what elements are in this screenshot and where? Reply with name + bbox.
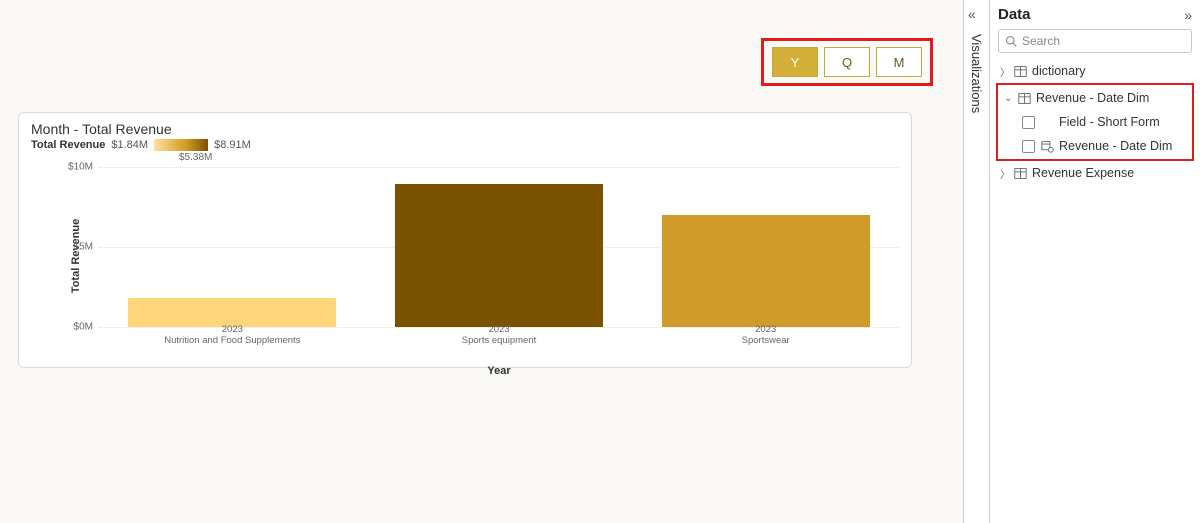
category-label: 2023Nutrition and Food Supplements [99, 323, 366, 347]
category-label: 2023Sports equipment [366, 323, 633, 347]
legend-min-value: $1.84M [111, 139, 148, 151]
y-tick: $10M [68, 162, 93, 173]
bar[interactable] [662, 215, 870, 327]
search-placeholder: Search [1022, 34, 1060, 48]
x-axis-category-labels: 2023Nutrition and Food Supplements2023Sp… [99, 323, 899, 347]
search-icon [1005, 35, 1017, 47]
legend-mid-value: $5.38M [179, 152, 899, 163]
checkbox[interactable] [1022, 116, 1035, 129]
bar-slot [632, 167, 899, 327]
table-dictionary[interactable]: 〉 dictionary [994, 59, 1196, 83]
table-label: Revenue Expense [1032, 166, 1134, 180]
checkbox[interactable] [1022, 140, 1035, 153]
slicer-month-button[interactable]: M [876, 47, 922, 77]
table-icon [1012, 167, 1028, 180]
y-tick: $5M [74, 242, 93, 253]
data-pane-title: Data [998, 6, 1031, 23]
slicer-year-button[interactable]: Y [772, 47, 818, 77]
slicer-highlight: Y Q M [761, 38, 933, 86]
field-label: Field - Short Form [1059, 115, 1160, 129]
legend-max-value: $8.91M [214, 139, 251, 151]
bar-slot [366, 167, 633, 327]
field-label: Revenue - Date Dim [1059, 139, 1172, 153]
y-tick: $0M [74, 322, 93, 333]
chevron-right-icon: 〉 [1000, 64, 1012, 79]
legend-measure-label: Total Revenue [31, 139, 105, 151]
chart-visual[interactable]: Month - Total Revenue Total Revenue $1.8… [18, 112, 912, 368]
period-slicer: Y Q M [772, 47, 922, 77]
field-revenue-date-dim[interactable]: Revenue - Date Dim [998, 134, 1192, 158]
chevron-right-icon: 〉 [1000, 166, 1012, 181]
table-revenue-date-dim[interactable]: ⌄ Revenue - Date Dim [998, 86, 1192, 110]
table-icon [1016, 92, 1032, 105]
chevron-down-icon: ⌄ [1004, 93, 1016, 104]
search-input[interactable]: Search [998, 29, 1192, 53]
table-icon [1012, 65, 1028, 78]
y-axis-ticks: $10M $5M $0M [67, 167, 97, 327]
table-label: Revenue - Date Dim [1036, 91, 1149, 105]
tree-highlight: ⌄ Revenue - Date Dim Field - Short Form … [996, 83, 1194, 161]
chart-bars [99, 167, 899, 327]
field-short-form[interactable]: Field - Short Form [998, 110, 1192, 134]
slicer-quarter-button[interactable]: Q [824, 47, 870, 77]
expand-icon[interactable]: » [1184, 7, 1192, 23]
chart-title: Month - Total Revenue [31, 121, 899, 137]
data-pane: Data » Search 〉 dictionary ⌄ Revenue - D… [990, 0, 1200, 523]
visualizations-pane-collapsed: « Visualizations [964, 0, 990, 523]
legend-gradient-bar [154, 139, 208, 151]
bar-slot [99, 167, 366, 327]
chart-legend: Total Revenue $1.84M $8.91M [31, 139, 899, 151]
fields-tree: 〉 dictionary ⌄ Revenue - Date Dim Field … [990, 59, 1200, 185]
hierarchy-icon [1039, 140, 1055, 153]
bar[interactable] [395, 184, 603, 327]
table-revenue-expense[interactable]: 〉 Revenue Expense [994, 161, 1196, 185]
report-canvas[interactable]: Y Q M Month - Total Revenue Total Revenu… [0, 0, 964, 523]
table-label: dictionary [1032, 64, 1086, 78]
chart-plot-area: Total Revenue $10M $5M $0M 2023Nutrition… [69, 167, 899, 345]
x-axis-label: Year [99, 365, 899, 377]
collapse-icon[interactable]: « [968, 6, 976, 22]
visualizations-label[interactable]: Visualizations [969, 34, 984, 113]
category-label: 2023Sportswear [632, 323, 899, 347]
